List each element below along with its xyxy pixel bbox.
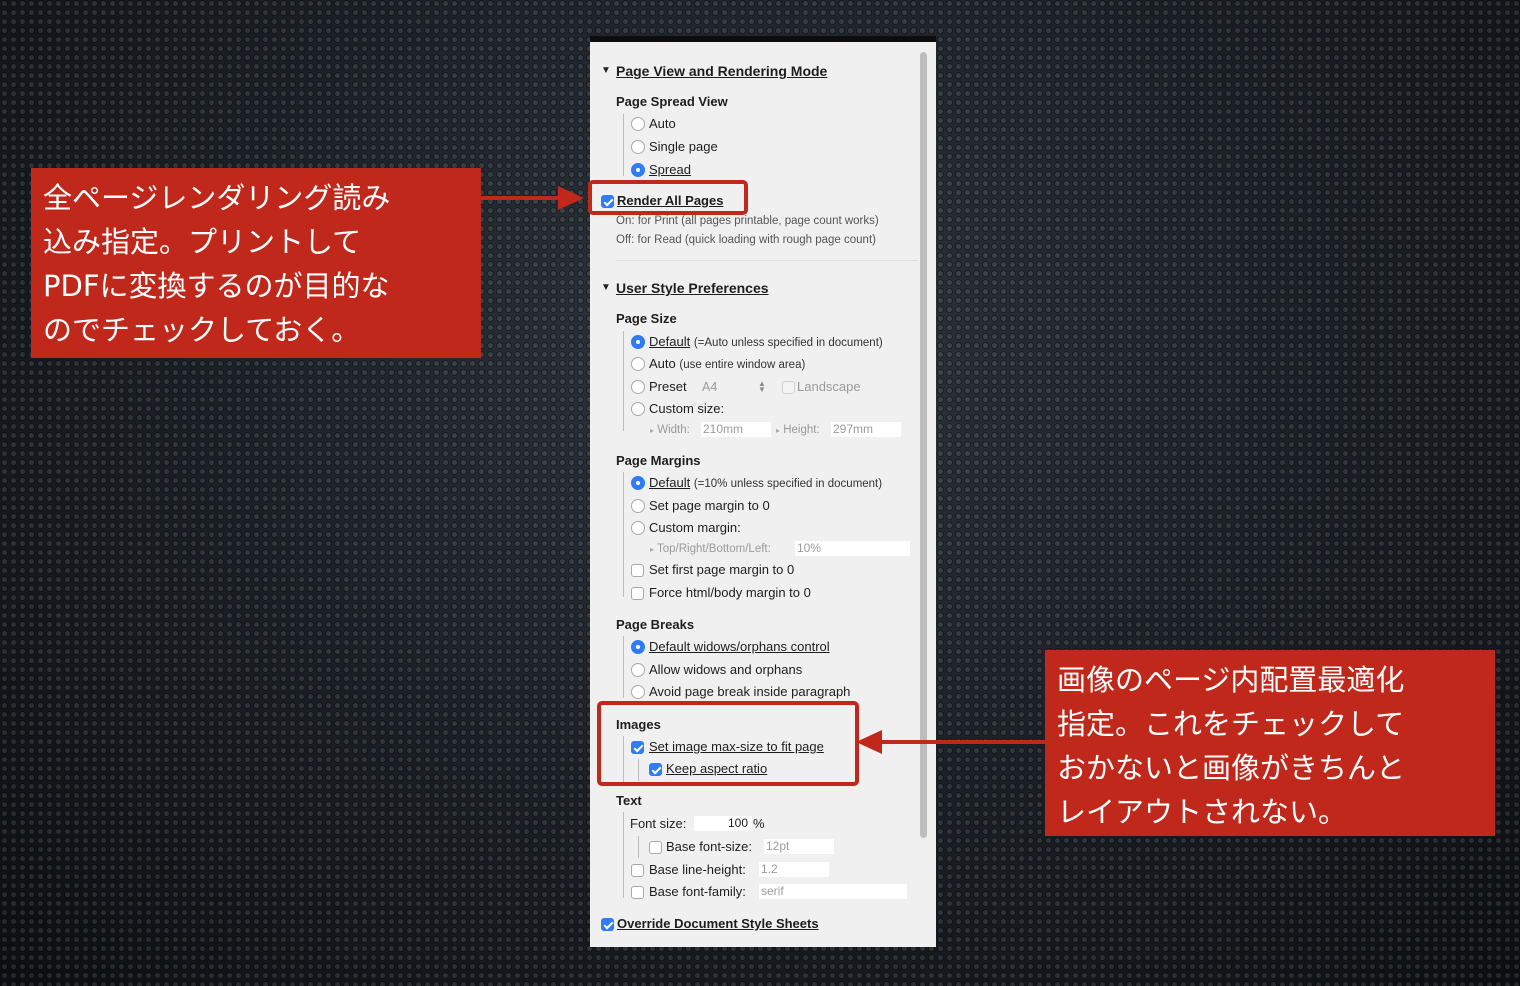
breaks-allow-label[interactable]: Allow widows and orphans <box>649 662 802 678</box>
landscape-checkbox[interactable] <box>782 381 795 394</box>
page-size-auto-note: (use entire window area) <box>679 359 806 371</box>
scrollbar[interactable] <box>919 50 928 946</box>
page-breaks-heading: Page Breaks <box>616 617 695 632</box>
breaks-avoid-radio[interactable] <box>631 685 645 699</box>
margins-zero-radio[interactable] <box>631 499 645 513</box>
bullet-arrow-icon: ▸ <box>650 426 655 435</box>
base-font-size-input[interactable]: 12pt <box>764 839 834 854</box>
font-family-input[interactable]: serif <box>759 884 907 899</box>
height-input[interactable]: 297mm <box>831 422 901 437</box>
page-margins-heading: Page Margins <box>616 453 701 468</box>
margins-custom-label[interactable]: Custom margin: <box>649 520 741 536</box>
scrollbar-thumb[interactable] <box>920 52 927 838</box>
indent-guide <box>623 331 624 431</box>
spread-spread-label[interactable]: Spread <box>649 162 691 178</box>
margins-default-radio[interactable] <box>631 476 645 490</box>
spread-spread-radio[interactable] <box>631 163 645 177</box>
disclosure-triangle-icon[interactable]: ▼ <box>601 282 611 293</box>
font-size-input[interactable]: 100 <box>694 816 752 831</box>
annotation-render-all-pages: 全ページレンダリング読み 込み指定。プリントして PDFに変換するのが目的な の… <box>31 168 481 358</box>
bullet-arrow-icon: ▸ <box>776 426 781 435</box>
spread-auto-radio[interactable] <box>631 117 645 131</box>
base-font-size-checkbox[interactable] <box>649 841 662 854</box>
page-size-auto-radio[interactable] <box>631 357 645 371</box>
arrow-left-icon <box>856 730 882 754</box>
width-input[interactable]: 210mm <box>701 422 771 437</box>
indent-guide <box>623 636 624 698</box>
first-page-margin-checkbox[interactable] <box>631 564 644 577</box>
trbl-label: Top/Right/Bottom/Left: <box>657 543 771 555</box>
font-size-label: Font size: <box>630 816 687 831</box>
page-size-custom-radio[interactable] <box>631 402 645 416</box>
trbl-input[interactable]: 10% <box>795 541 910 556</box>
render-on-hint: On: for Print (all pages printable, page… <box>616 215 879 227</box>
page-size-default-label[interactable]: Default <box>649 334 690 349</box>
select-updown-icon[interactable]: ▲ ▼ <box>758 380 766 394</box>
section-page-view-title[interactable]: Page View and Rendering Mode <box>616 63 827 79</box>
breaks-default-label[interactable]: Default widows/orphans control <box>649 639 830 655</box>
force-margin-checkbox[interactable] <box>631 587 644 600</box>
font-size-unit: % <box>753 816 765 831</box>
spread-single-label[interactable]: Single page <box>649 139 718 155</box>
highlight-render-all-pages <box>588 180 748 215</box>
base-font-size-label[interactable]: Base font-size: <box>666 839 752 855</box>
text-heading: Text <box>616 793 642 808</box>
page-size-auto-label[interactable]: Auto <box>649 356 676 371</box>
override-styles-label[interactable]: Override Document Style Sheets <box>617 916 819 932</box>
page-size-preset-radio[interactable] <box>631 380 645 394</box>
landscape-label[interactable]: Landscape <box>797 379 861 395</box>
line-height-label[interactable]: Base line-height: <box>649 862 746 878</box>
render-off-hint: Off: for Read (quick loading with rough … <box>616 234 876 246</box>
disclosure-triangle-icon[interactable]: ▼ <box>601 65 611 76</box>
bullet-arrow-icon: ▸ <box>650 545 655 554</box>
font-family-label[interactable]: Base font-family: <box>649 884 746 900</box>
indent-guide <box>623 812 624 898</box>
section-user-style-title[interactable]: User Style Preferences <box>616 280 769 296</box>
breaks-allow-radio[interactable] <box>631 663 645 677</box>
indent-guide <box>638 836 639 858</box>
page-spread-view-heading: Page Spread View <box>616 94 728 109</box>
line-height-input[interactable]: 1.2 <box>759 862 829 877</box>
page-size-default-radio[interactable] <box>631 335 645 349</box>
annotation-arrow <box>880 740 1046 744</box>
highlight-images <box>597 701 859 786</box>
arrow-right-icon <box>558 186 584 210</box>
panel-top-handle <box>904 36 928 40</box>
breaks-avoid-label[interactable]: Avoid page break inside paragraph <box>649 684 850 700</box>
force-margin-label[interactable]: Force html/body margin to 0 <box>649 585 811 601</box>
line-height-checkbox[interactable] <box>631 864 644 877</box>
spread-auto-label[interactable]: Auto <box>649 116 676 132</box>
first-page-margin-label[interactable]: Set first page margin to 0 <box>649 562 794 578</box>
margins-custom-radio[interactable] <box>631 521 645 535</box>
width-label: Width: <box>657 424 690 436</box>
annotation-arrow <box>481 196 561 200</box>
margins-default-note: (=10% unless specified in document) <box>693 478 883 490</box>
reader-settings-panel: ▼ Page View and Rendering Mode Page Spre… <box>590 36 936 947</box>
annotation-images: 画像のページ内配置最適化 指定。これをチェックして おかないと画像がきちんと レ… <box>1045 650 1495 836</box>
indent-guide <box>623 472 624 597</box>
height-label: Height: <box>783 424 820 436</box>
section-divider <box>616 260 918 261</box>
page-size-custom-label[interactable]: Custom size: <box>649 401 724 417</box>
spread-single-radio[interactable] <box>631 140 645 154</box>
indent-guide <box>623 114 624 176</box>
page-size-heading: Page Size <box>616 311 677 326</box>
breaks-default-radio[interactable] <box>631 640 645 654</box>
margins-zero-label[interactable]: Set page margin to 0 <box>649 498 770 514</box>
page-size-default-note: (=Auto unless specified in document) <box>693 337 883 349</box>
font-family-checkbox[interactable] <box>631 886 644 899</box>
preset-select-value[interactable]: A4 <box>702 379 717 395</box>
page-size-preset-label[interactable]: Preset <box>649 379 687 395</box>
override-styles-checkbox[interactable] <box>601 918 614 931</box>
margins-default-label[interactable]: Default <box>649 475 690 490</box>
